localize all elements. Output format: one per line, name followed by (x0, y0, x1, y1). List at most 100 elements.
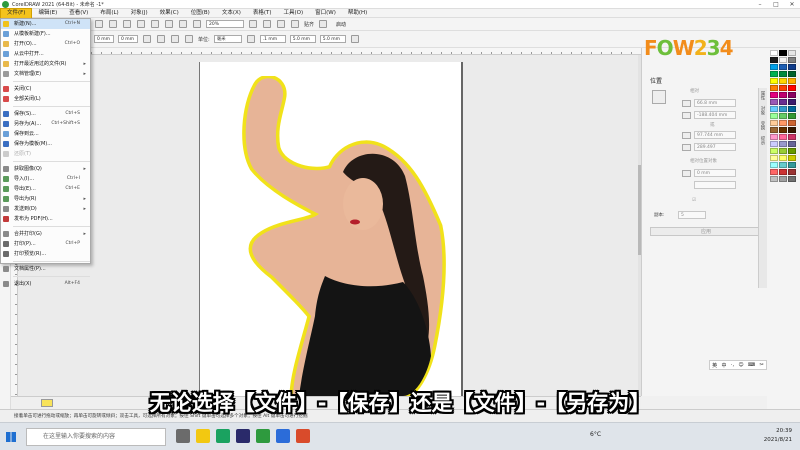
color-swatch[interactable] (770, 134, 778, 140)
color-swatch[interactable] (779, 64, 787, 70)
color-swatch[interactable] (788, 134, 796, 140)
file-menu-item[interactable]: 保存(S)... Ctrl+S (1, 109, 90, 119)
file-menu-item[interactable]: 导出(E)... Ctrl+E (1, 184, 90, 194)
color-swatch[interactable] (779, 85, 787, 91)
color-swatch[interactable] (770, 176, 778, 182)
color-swatch[interactable] (770, 99, 778, 105)
menu-item-4[interactable]: 对象(J) (125, 9, 154, 18)
y-position-field[interactable]: -188.404 mm (694, 111, 736, 119)
menu-item-2[interactable]: 查看(V) (63, 9, 94, 18)
menu-item-6[interactable]: 位图(B) (185, 9, 216, 18)
file-menu-item[interactable]: 获取图像(Q) ▸ (1, 164, 90, 174)
file-menu-item[interactable]: 打印预览(R)... (1, 249, 90, 259)
file-menu-item[interactable]: 从云中打开... (1, 49, 90, 59)
file-menu-item[interactable]: 打印(P)... Ctrl+P (1, 239, 90, 249)
copy-icon[interactable] (109, 20, 117, 28)
color-swatch[interactable] (779, 127, 787, 133)
settings-icon[interactable] (319, 20, 328, 28)
color-swatch[interactable] (788, 99, 796, 105)
menu-item-9[interactable]: 工具(O) (278, 9, 310, 18)
file-menu-item[interactable]: 另存为(A)... Ctrl+Shift+S (1, 119, 90, 129)
current-page-icon[interactable] (185, 35, 193, 43)
relative-checkbox-label[interactable]: 相对 (690, 88, 699, 94)
color-swatch[interactable] (788, 92, 796, 98)
photoshop-icon[interactable] (276, 429, 290, 443)
color-swatch[interactable] (779, 169, 787, 175)
color-swatch[interactable] (779, 120, 787, 126)
portrait-icon[interactable] (157, 35, 165, 43)
menu-item-1[interactable]: 编辑(E) (32, 9, 63, 18)
paste-icon[interactable] (123, 20, 131, 28)
menu-item-5[interactable]: 效果(C) (154, 9, 185, 18)
file-menu-item[interactable]: 从模板新建(F)... (1, 29, 90, 39)
cut-icon[interactable] (95, 20, 103, 28)
height-field[interactable]: 0 mm (118, 35, 138, 43)
minimize-icon[interactable]: – (752, 0, 768, 9)
color-swatch[interactable] (788, 71, 796, 77)
file-menu-item[interactable]: 打开最近用过的文件(R) ▸ (1, 59, 90, 69)
duplicate-y-field[interactable]: 5.0 mm (319, 35, 346, 43)
woman-cutout-image[interactable] (233, 76, 453, 396)
system-clock[interactable]: 20:39 2021/8/21 (764, 427, 792, 445)
close-icon[interactable]: ✕ (784, 0, 800, 9)
color-swatch[interactable] (788, 78, 796, 84)
color-swatch[interactable] (779, 134, 787, 140)
color-swatch[interactable] (770, 92, 778, 98)
ime-button[interactable]: ·, (731, 362, 734, 368)
height-field[interactable]: 289.497 (694, 143, 736, 151)
docker-side-tab[interactable]: 对象 (759, 103, 765, 118)
file-menu-item[interactable]: 发送到(D) ▸ (1, 204, 90, 214)
color-swatch[interactable] (770, 71, 778, 77)
grid-icon[interactable] (277, 20, 285, 28)
nudge-field[interactable]: .1 mm (259, 35, 286, 43)
offset-field[interactable]: 0 mm (694, 169, 736, 177)
color-swatch[interactable] (779, 148, 787, 154)
premiere-icon[interactable] (236, 429, 250, 443)
color-swatch[interactable] (788, 162, 796, 168)
ime-button[interactable]: ✂ (760, 362, 764, 368)
color-swatch[interactable] (770, 85, 778, 91)
color-swatch[interactable] (788, 148, 796, 154)
file-menu-item[interactable]: 导出为(R) ▸ (1, 194, 90, 204)
duplicate-x-field[interactable]: 5.0 mm (289, 35, 316, 43)
ime-button[interactable]: ☺ (738, 362, 743, 368)
color-swatch[interactable] (779, 71, 787, 77)
color-swatch[interactable] (788, 120, 796, 126)
units-select[interactable]: 毫米 (213, 35, 242, 43)
guides-icon[interactable] (291, 20, 299, 28)
menu-item-0[interactable]: 文件(F) (0, 7, 33, 19)
color-swatch[interactable] (770, 155, 778, 161)
color-swatch[interactable] (779, 57, 787, 63)
export-icon[interactable] (179, 20, 187, 28)
file-menu-item[interactable]: 保存为模板(M)... (1, 139, 90, 149)
color-swatch[interactable] (788, 57, 796, 63)
file-explorer-icon[interactable] (196, 429, 210, 443)
app-icon[interactable] (296, 429, 310, 443)
color-swatch[interactable] (788, 106, 796, 112)
file-menu-item[interactable]: 导入(I)... Ctrl+I (1, 174, 90, 184)
color-swatch[interactable] (779, 99, 787, 105)
color-swatch[interactable] (788, 155, 796, 161)
task-view-icon[interactable] (176, 429, 190, 443)
docker-side-tab[interactable]: 属性 (759, 88, 765, 103)
ime-button[interactable]: 英 (712, 362, 717, 369)
duplicate-checkbox[interactable]: ☑ (692, 198, 696, 203)
color-swatch[interactable] (770, 106, 778, 112)
color-swatch[interactable] (770, 127, 778, 133)
color-swatch[interactable] (779, 113, 787, 119)
menu-item-11[interactable]: 帮助(H) (342, 9, 373, 18)
file-menu-item[interactable]: 退出(X) Alt+F4 (1, 279, 90, 289)
file-menu-item[interactable]: 保存到云... (1, 129, 90, 139)
file-menu-item[interactable]: 全部关闭(L) (1, 94, 90, 104)
file-menu-item[interactable]: 发布为 PDF(H)... (1, 214, 90, 224)
color-swatch[interactable] (788, 176, 796, 182)
color-swatch[interactable] (770, 78, 778, 84)
width-field[interactable]: 97.744 mm (694, 131, 736, 139)
drawing-canvas[interactable] (11, 48, 643, 396)
color-swatch[interactable] (770, 162, 778, 168)
apply-button[interactable]: 应用 (650, 227, 762, 236)
color-swatch[interactable] (779, 92, 787, 98)
file-menu-item[interactable]: 新建(N)... Ctrl+N (1, 19, 90, 29)
maximize-icon[interactable]: □ (768, 0, 784, 9)
color-swatch[interactable] (770, 148, 778, 154)
